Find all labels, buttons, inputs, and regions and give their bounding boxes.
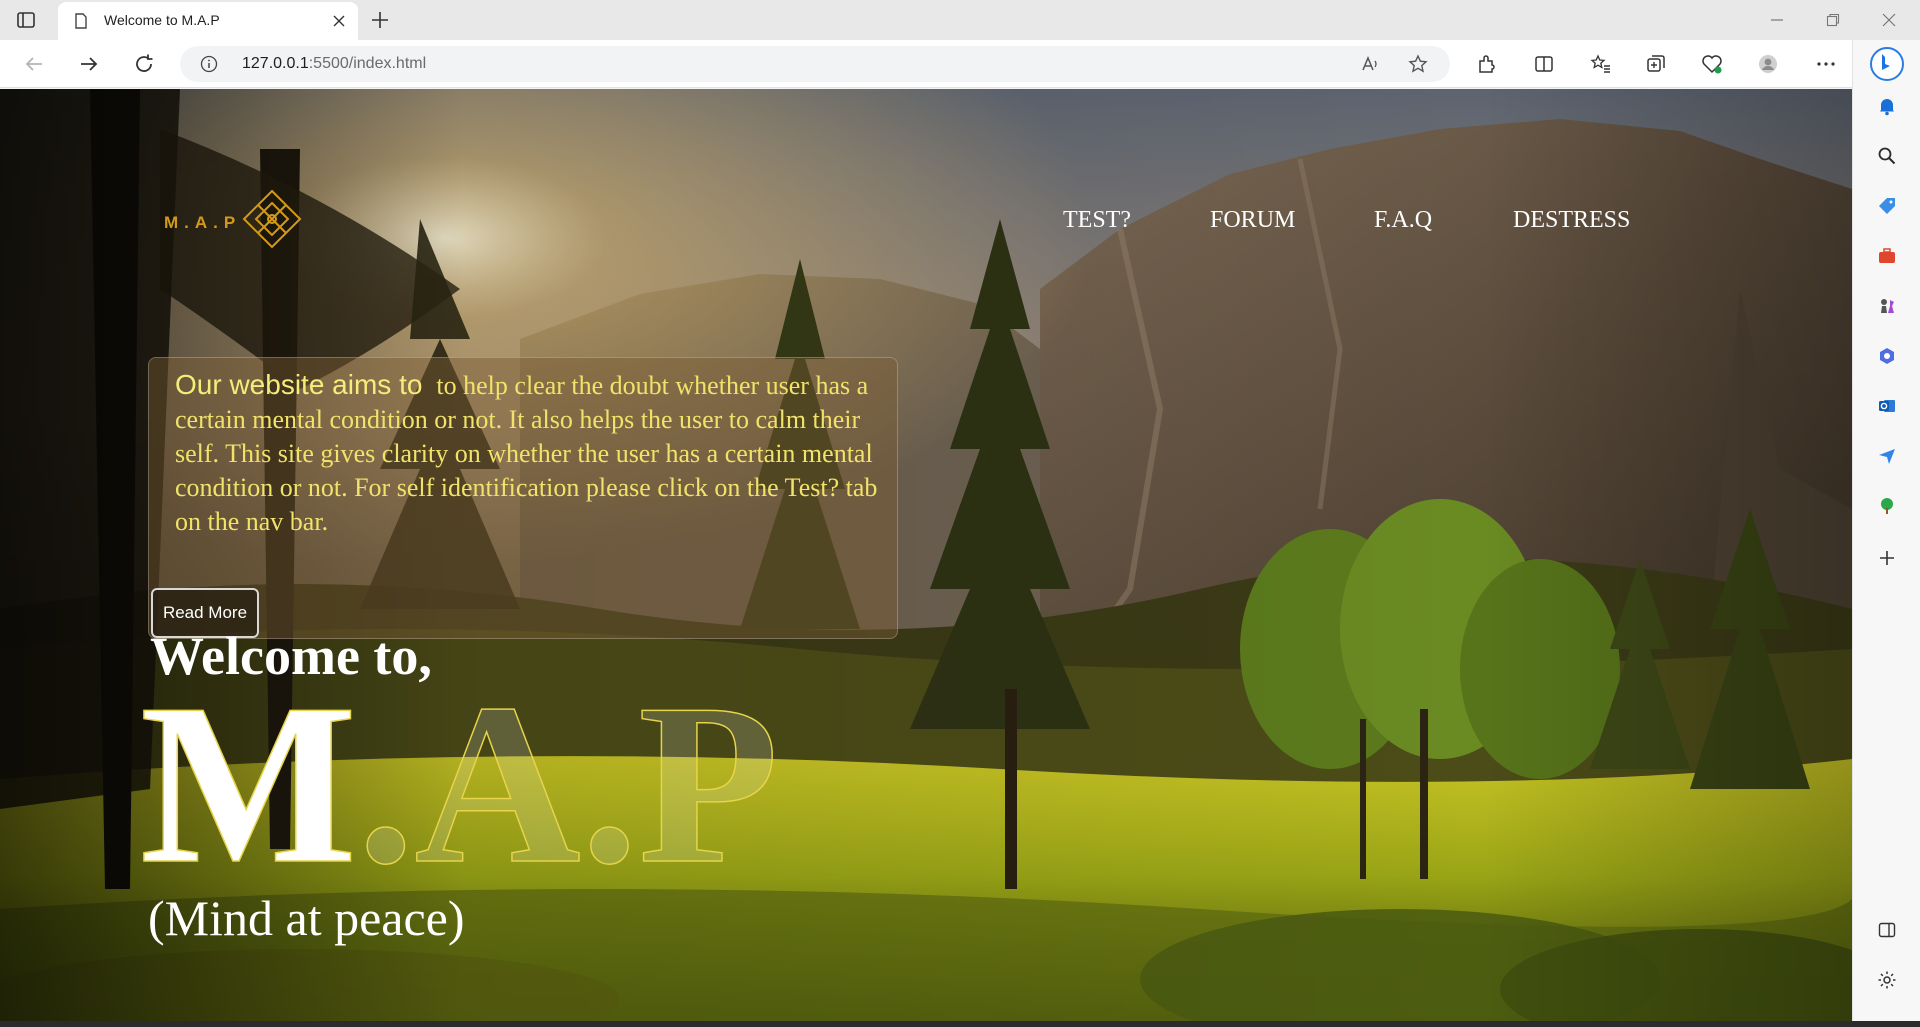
collections-icon[interactable] [1642, 50, 1670, 78]
url-text[interactable]: 127.0.0.1:5500/index.html [242, 55, 426, 73]
edge-sidebar [1852, 40, 1920, 1027]
nav-test-link[interactable]: TEST? [1063, 207, 1131, 234]
more-menu-icon[interactable] [1812, 50, 1840, 78]
aim-lead: Our website aims to [175, 369, 423, 400]
add-sidebar-app-icon[interactable] [1873, 544, 1901, 572]
taskbar-edge [0, 1021, 1920, 1027]
restore-icon[interactable] [1810, 6, 1856, 34]
subtitle-mind-at-peace: (Mind at peace) [148, 890, 465, 946]
nav-faq-link[interactable]: F.A.Q [1374, 207, 1432, 234]
close-window-icon[interactable] [1866, 6, 1912, 34]
page-viewport: M.A.P TEST? FORUM F.A.Q DESTRESS Our web… [0, 89, 1852, 1021]
outlook-icon[interactable] [1873, 392, 1901, 420]
aim-card: Our website aims to to help clear the dou… [148, 357, 898, 639]
address-bar[interactable]: 127.0.0.1:5500/index.html [180, 46, 1450, 82]
games-chess-icon[interactable] [1873, 292, 1901, 320]
url-host: 127.0.0.1 [242, 55, 309, 72]
tab-actions-icon[interactable] [14, 8, 38, 32]
site-info-icon[interactable] [200, 55, 218, 78]
refresh-icon[interactable] [130, 50, 158, 78]
tools-briefcase-icon[interactable] [1873, 242, 1901, 270]
page-icon [72, 12, 90, 35]
notifications-bell-icon[interactable] [1873, 92, 1901, 120]
new-tab-icon[interactable] [368, 8, 392, 37]
aim-description: Our website aims to to help clear the dou… [175, 368, 887, 539]
browser-tab-active[interactable]: Welcome to M.A.P [58, 2, 358, 40]
favorite-star-icon[interactable] [1408, 54, 1428, 79]
send-drop-icon[interactable] [1873, 442, 1901, 470]
tree-icon[interactable] [1873, 492, 1901, 520]
back-icon[interactable] [20, 50, 48, 78]
favorites-list-icon[interactable] [1587, 50, 1615, 78]
browser-toolbar: 127.0.0.1:5500/index.html [0, 40, 1920, 88]
browser-essentials-icon[interactable] [1698, 50, 1726, 78]
profile-icon[interactable] [1754, 50, 1782, 78]
browser-tab-bar: Welcome to M.A.P [0, 0, 1920, 40]
extensions-icon[interactable] [1472, 50, 1500, 78]
microsoft-365-icon[interactable] [1873, 342, 1901, 370]
logo-text[interactable]: M.A.P [164, 213, 241, 233]
settings-gear-icon[interactable] [1873, 966, 1901, 994]
tab-title: Welcome to M.A.P [104, 12, 220, 28]
read-aloud-icon[interactable] [1360, 54, 1380, 79]
bing-copilot-icon[interactable] [1869, 46, 1905, 82]
search-icon[interactable] [1873, 142, 1901, 170]
map-title: M.A.P M.A.P [140, 661, 779, 881]
split-screen-icon[interactable] [1530, 50, 1558, 78]
nav-forum-link[interactable]: FORUM [1210, 207, 1295, 234]
hide-sidebar-icon[interactable] [1873, 916, 1901, 944]
url-path: :5500/index.html [308, 55, 427, 72]
minimize-icon[interactable] [1754, 6, 1800, 34]
forward-icon[interactable] [75, 50, 103, 78]
shopping-tag-icon[interactable] [1873, 192, 1901, 220]
nav-destress-link[interactable]: DESTRESS [1513, 207, 1630, 234]
close-tab-icon[interactable] [330, 12, 348, 35]
